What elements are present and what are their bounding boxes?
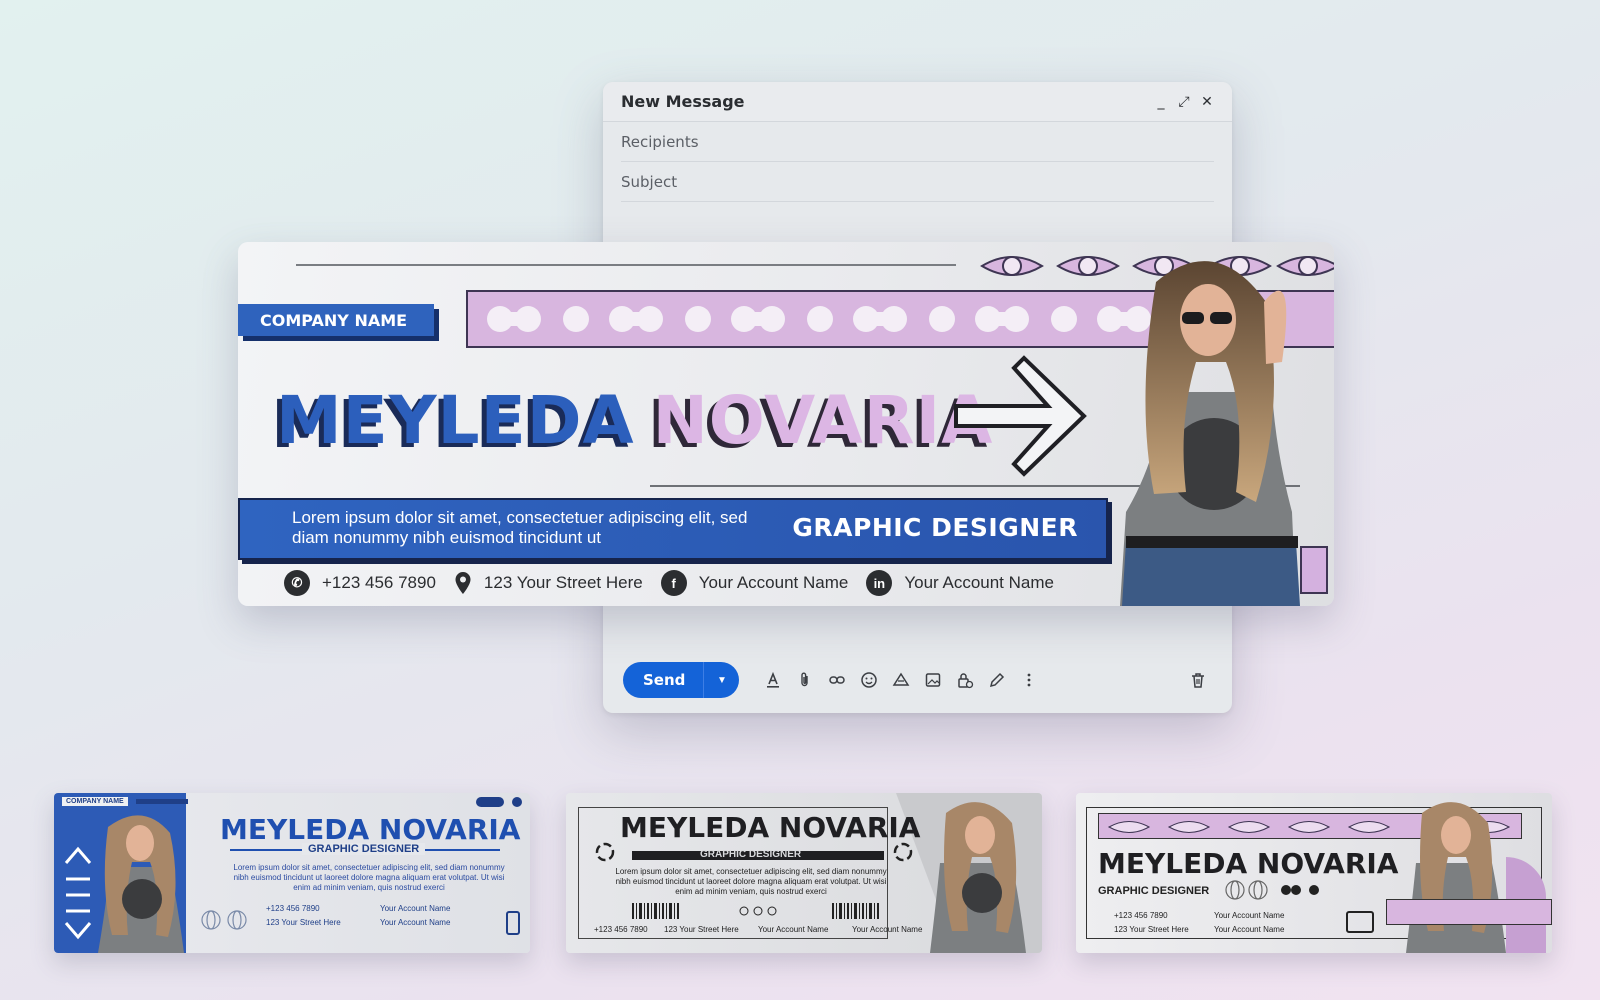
image-icon[interactable]	[917, 664, 949, 696]
globe-icons	[201, 910, 247, 930]
linkedin-text: Your Account Name	[1214, 925, 1285, 934]
window-controls: _ ⤢ ✕	[1154, 95, 1214, 109]
portrait-photo	[1406, 802, 1546, 953]
address-text: 123 Your Street Here	[664, 925, 739, 934]
infinity-badge-icon	[1346, 911, 1374, 933]
description-line-1: Lorem ipsum dolor sit amet, consectetuer…	[292, 508, 748, 527]
phone-text: +123 456 7890	[322, 573, 436, 592]
decorative-line	[296, 264, 956, 266]
signature-variant-lilac: MEYLEDA NOVARIA GRAPHIC DESIGNER +123 45…	[1076, 793, 1552, 953]
company-name-label: COMPANY NAME	[238, 304, 434, 336]
format-text-icon[interactable]	[757, 664, 789, 696]
description-line-2: diam nonummy nibh euismod tincidunt ut	[292, 528, 601, 547]
infinity-badge-icon	[506, 911, 520, 935]
arrow-right-icon	[954, 355, 1087, 477]
email-signature-banner: COMPANY NAME MEYLEDA NOVARIA Lorem ipsum …	[238, 242, 1334, 606]
facebook-contact: f Your Account Name	[660, 570, 849, 596]
phone-text: +123 456 7890	[1114, 911, 1168, 920]
phone-contact: ✆ +123 456 7890	[284, 570, 436, 596]
signature-pen-icon[interactable]	[981, 664, 1013, 696]
phone-text: +123 456 7890	[594, 925, 648, 934]
company-name-label: COMPANY NAME	[62, 797, 128, 806]
first-name: MEYLEDA	[276, 382, 635, 459]
globe-icons	[1225, 880, 1319, 900]
expand-icon[interactable]: ⤢	[1177, 95, 1191, 109]
subject-input[interactable]	[621, 172, 1214, 191]
description-line-2: nibh euismod tincidunt ut laoreet dolore…	[615, 877, 887, 886]
address-text: 123 Your Street Here	[483, 573, 643, 592]
description-line-3: enim ad minim veniam, quis nostrud exerc…	[675, 887, 827, 896]
description-line-3: enim ad minim veniam, quis nostrud exerc…	[293, 883, 445, 892]
formatting-tools	[757, 664, 1045, 696]
compose-toolbar: Send ▼	[623, 662, 1045, 698]
person-name: MEYLEDA NOVARIA	[220, 813, 521, 846]
address-contact: 123 Your Street Here	[454, 571, 643, 595]
link-icon[interactable]	[821, 664, 853, 696]
description-line-1: Lorem ipsum dolor sit amet, consectetuer…	[233, 863, 505, 872]
linkedin-text: Your Account Name	[904, 573, 1054, 592]
last-name: NOVARIA	[652, 382, 994, 459]
whatsapp-icon: ✆	[284, 570, 310, 596]
description-text: Lorem ipsum dolor sit amet, consectetuer…	[224, 863, 514, 893]
infinity-badge-icon	[1300, 546, 1328, 594]
portrait-photo	[1120, 261, 1300, 606]
job-title: GRAPHIC DESIGNER	[1098, 885, 1210, 897]
recipients-row	[621, 122, 1214, 162]
address-text: 123 Your Street Here	[266, 918, 341, 927]
contact-row: ✆ +123 456 7890 123 Your Street Here f Y…	[284, 570, 1058, 596]
address-text: 123 Your Street Here	[1114, 925, 1189, 934]
job-title: GRAPHIC DESIGNER	[792, 513, 1078, 542]
location-pin-icon	[455, 572, 471, 594]
attach-icon[interactable]	[789, 664, 821, 696]
signature-variant-blue: COMPANY NAME MEYLEDA NOVARIA GRAPHIC DES…	[54, 793, 530, 953]
description-line-2: nibh euismod tincidunt ut laoreet dolore…	[233, 873, 505, 882]
send-options-chevron-icon[interactable]: ▼	[703, 662, 739, 698]
facebook-text: Your Account Name	[698, 573, 849, 592]
role-band: Lorem ipsum dolor sit amet, consectetuer…	[238, 498, 1108, 560]
recycle-icon	[595, 842, 615, 862]
facebook-icon: f	[660, 570, 687, 596]
barcode-ornament	[632, 903, 879, 919]
minimize-icon[interactable]: _	[1154, 95, 1168, 109]
trash-icon[interactable]	[1184, 666, 1212, 694]
linkedin-text: Your Account Name	[380, 918, 451, 927]
linkedin-contact: in Your Account Name	[866, 570, 1054, 596]
send-button-group: Send ▼	[623, 662, 740, 698]
person-name: MEYLEDA NOVARIA	[276, 382, 993, 459]
job-title: GRAPHIC DESIGNER	[302, 843, 426, 855]
facebook-text: Your Account Name	[380, 904, 451, 913]
close-icon[interactable]: ✕	[1200, 95, 1214, 109]
compose-header: New Message _ ⤢ ✕	[603, 82, 1232, 122]
description-text: Lorem ipsum dolor sit amet, consectetuer…	[606, 867, 896, 897]
drive-icon[interactable]	[885, 664, 917, 696]
compose-title: New Message	[621, 92, 745, 111]
subject-row	[621, 162, 1214, 202]
facebook-text: Your Account Name	[1214, 911, 1285, 920]
emoji-icon[interactable]	[853, 664, 885, 696]
more-options-icon[interactable]	[1013, 664, 1045, 696]
signature-variant-grey: MEYLEDA NOVARIA GRAPHIC DESIGNER Lorem i…	[566, 793, 1042, 953]
dot-ornament-icon	[476, 797, 504, 807]
send-button[interactable]: Send	[623, 662, 703, 698]
person-name: MEYLEDA NOVARIA	[1098, 847, 1399, 880]
portrait-photo	[98, 815, 184, 953]
phone-text: +123 456 7890	[266, 904, 320, 913]
person-name: MEYLEDA NOVARIA	[620, 811, 921, 844]
confidential-lock-icon[interactable]	[949, 664, 981, 696]
recycle-icon	[893, 842, 913, 862]
linkedin-icon: in	[866, 570, 893, 596]
linkedin-text: Your Account Name	[852, 925, 923, 934]
description-text: Lorem ipsum dolor sit amet, consectetuer…	[292, 508, 812, 548]
eye-band-lower	[1386, 899, 1552, 925]
dot-ornament-icon	[512, 797, 522, 807]
decorative-bar	[136, 799, 188, 804]
job-title: GRAPHIC DESIGNER	[700, 849, 802, 860]
recipients-input[interactable]	[621, 132, 1214, 151]
facebook-text: Your Account Name	[758, 925, 829, 934]
description-line-1: Lorem ipsum dolor sit amet, consectetuer…	[615, 867, 887, 876]
